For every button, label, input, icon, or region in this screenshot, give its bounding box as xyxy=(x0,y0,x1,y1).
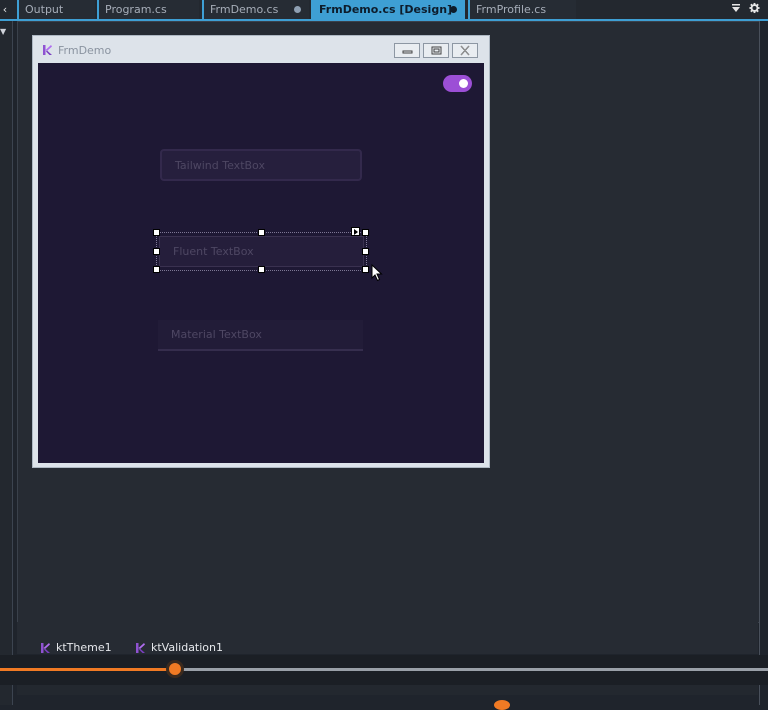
theme-toggle-switch[interactable] xyxy=(443,75,472,92)
tab-frmdemo-cs[interactable]: FrmDemo.cs xyxy=(202,0,309,19)
document-tab-strip: ‹ Output Program.cs FrmDemo.cs FrmDemo.c… xyxy=(0,0,768,21)
tray-item-ktvalidation[interactable]: ktValidation1 xyxy=(134,641,223,654)
kryptonic-logo-icon xyxy=(41,642,50,653)
tray-item-kttheme[interactable]: ktTheme1 xyxy=(39,641,112,654)
scroll-left-icon[interactable]: ‹ xyxy=(0,0,10,19)
resize-handle-top-left[interactable] xyxy=(153,229,160,236)
textbox-placeholder: Material TextBox xyxy=(171,328,262,341)
scrubber-progress xyxy=(0,668,175,671)
tab-label: FrmProfile.cs xyxy=(476,3,547,16)
tab-label: FrmDemo.cs xyxy=(210,3,279,16)
dropdown-icon[interactable] xyxy=(731,2,741,14)
resize-handle-bottom-right[interactable] xyxy=(362,266,369,273)
unsaved-dot-icon xyxy=(450,6,457,13)
resize-handle-bottom-left[interactable] xyxy=(153,266,160,273)
maximize-button[interactable] xyxy=(423,43,449,58)
left-panel-edge: ▼ xyxy=(0,21,13,705)
status-strip xyxy=(17,685,758,695)
kryptonic-logo-icon xyxy=(43,45,52,55)
form-titlebar[interactable]: FrmDemo xyxy=(33,36,489,62)
minimize-button[interactable] xyxy=(394,43,420,58)
resize-handle-bottom[interactable] xyxy=(258,266,265,273)
tab-program-cs[interactable]: Program.cs xyxy=(97,0,199,19)
textbox-placeholder: Tailwind TextBox xyxy=(175,159,265,172)
tabstrip-actions xyxy=(731,2,760,14)
tailwind-textbox[interactable]: Tailwind TextBox xyxy=(160,149,362,181)
material-textbox[interactable]: Material TextBox xyxy=(158,320,363,351)
minimize-icon xyxy=(402,50,413,54)
resize-handle-top[interactable] xyxy=(258,229,265,236)
tab-label: FrmDemo.cs [Design] xyxy=(319,3,453,16)
form-client-area[interactable]: Tailwind TextBox Fluent TextBox Material… xyxy=(38,63,484,463)
component-tray: ktTheme1 ktValidation1 xyxy=(17,622,758,654)
form-window[interactable]: FrmDemo Tailwind TextBox Fluent TextBox … xyxy=(32,35,490,468)
unsaved-dot-icon xyxy=(294,6,301,13)
maximize-icon xyxy=(431,46,442,55)
resize-handle-top-right[interactable] xyxy=(362,229,369,236)
tab-output[interactable]: Output xyxy=(17,0,95,19)
video-scrubber[interactable] xyxy=(0,655,768,685)
resize-handle-left[interactable] xyxy=(153,248,160,255)
close-icon xyxy=(460,45,470,56)
close-button[interactable] xyxy=(452,43,478,58)
notification-dot-icon xyxy=(494,700,510,710)
right-panel-edge xyxy=(759,21,768,705)
toggle-knob xyxy=(459,79,468,88)
resize-handle-right[interactable] xyxy=(362,248,369,255)
mouse-cursor-icon xyxy=(371,264,383,282)
tab-frmdemo-design[interactable]: FrmDemo.cs [Design] xyxy=(311,0,465,19)
form-title: FrmDemo xyxy=(58,44,112,57)
tray-item-label: ktTheme1 xyxy=(56,641,112,654)
scrubber-thumb[interactable] xyxy=(166,660,184,678)
smart-tag-icon[interactable] xyxy=(351,227,360,236)
kryptonic-logo-icon xyxy=(136,642,145,653)
tab-frmprofile-cs[interactable]: FrmProfile.cs xyxy=(468,0,576,19)
tab-label: Program.cs xyxy=(105,3,167,16)
caret-down-icon[interactable]: ▼ xyxy=(0,27,6,36)
gear-icon[interactable] xyxy=(749,2,760,14)
tray-item-label: ktValidation1 xyxy=(151,641,223,654)
tab-label: Output xyxy=(25,3,64,16)
